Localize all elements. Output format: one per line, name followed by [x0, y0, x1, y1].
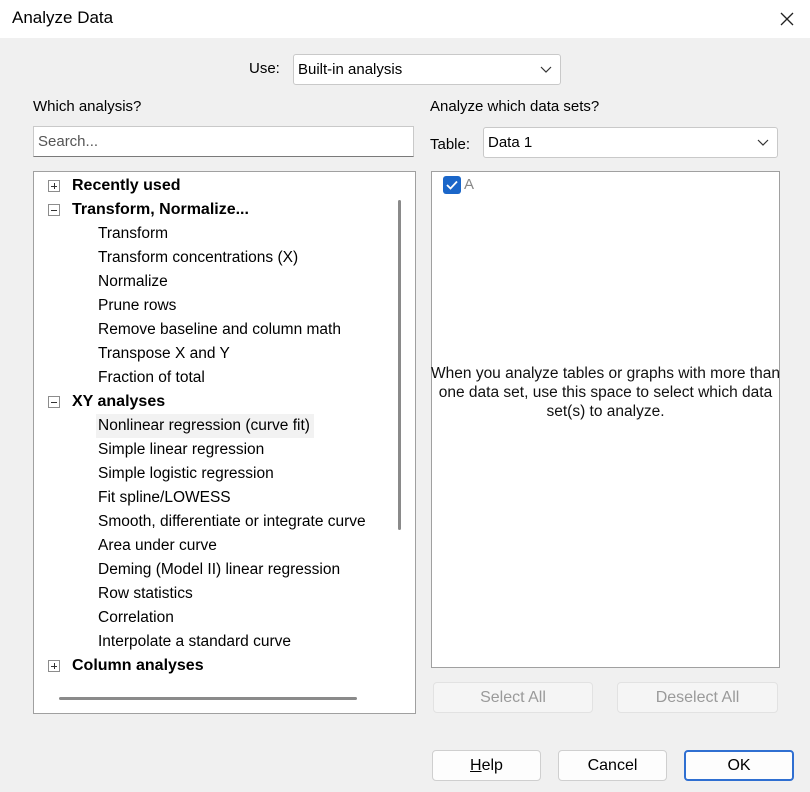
chevron-down-icon: [749, 128, 777, 157]
tree-item-simple-logistic-regression[interactable]: Simple logistic regression: [98, 462, 274, 486]
expand-icon[interactable]: [48, 660, 60, 672]
chevron-down-icon: [532, 55, 560, 84]
help-button[interactable]: Help: [432, 750, 541, 781]
dataset-label-a: A: [464, 176, 475, 193]
tree-item-correlation[interactable]: Correlation: [98, 606, 174, 630]
search-input[interactable]: [33, 126, 414, 157]
tree-item-transform[interactable]: Transform: [98, 222, 168, 246]
close-icon: [780, 12, 794, 26]
tree-item-prune-rows[interactable]: Prune rows: [98, 294, 176, 318]
ok-button[interactable]: OK: [684, 750, 794, 781]
which-analysis-label: Which analysis?: [33, 98, 142, 115]
deselect-all-button[interactable]: Deselect All: [617, 682, 778, 713]
tree-item-fraction-of-total[interactable]: Fraction of total: [98, 366, 205, 390]
tree-group-recently-used[interactable]: Recently used: [72, 174, 180, 198]
use-label: Use:: [249, 60, 280, 77]
tree-item-simple-linear-regression[interactable]: Simple linear regression: [98, 438, 264, 462]
tree-item-transpose[interactable]: Transpose X and Y: [98, 342, 230, 366]
tree-group-transform-normalize[interactable]: Transform, Normalize...: [72, 198, 249, 222]
tree-horizontal-scrollbar[interactable]: [59, 697, 357, 700]
use-dropdown[interactable]: Built-in analysis: [293, 54, 561, 85]
tree-item-area-under-curve[interactable]: Area under curve: [98, 534, 217, 558]
tree-item-deming-regression[interactable]: Deming (Model II) linear regression: [98, 558, 340, 582]
tree-item-fit-spline[interactable]: Fit spline/LOWESS: [98, 486, 231, 510]
tree-item-smooth-differentiate[interactable]: Smooth, differentiate or integrate curve: [98, 510, 366, 534]
expand-icon[interactable]: [48, 180, 60, 192]
help-button-label: Help: [470, 756, 503, 774]
analysis-tree[interactable]: Recently used Transform, Normalize... Tr…: [33, 171, 416, 714]
tree-item-normalize[interactable]: Normalize: [98, 270, 168, 294]
checkmark-icon: [446, 180, 458, 190]
tree-item-remove-baseline[interactable]: Remove baseline and column math: [98, 318, 341, 342]
window-title: Analyze Data: [12, 8, 114, 27]
cancel-button[interactable]: Cancel: [558, 750, 667, 781]
datasets-hint: When you analyze tables or graphs with m…: [431, 365, 780, 420]
title-bar: Analyze Data: [0, 0, 810, 38]
table-dropdown-value: Data 1: [488, 134, 533, 151]
table-dropdown[interactable]: Data 1: [483, 127, 778, 158]
tree-group-column-analyses[interactable]: Column analyses: [72, 654, 204, 678]
tree-vertical-scrollbar[interactable]: [398, 200, 401, 530]
collapse-icon[interactable]: [48, 204, 60, 216]
datasets-label: Analyze which data sets?: [430, 98, 600, 115]
collapse-icon[interactable]: [48, 396, 60, 408]
select-all-button[interactable]: Select All: [433, 682, 593, 713]
close-button[interactable]: [764, 0, 810, 38]
table-label: Table:: [430, 136, 471, 153]
tree-item-interpolate-standard-curve[interactable]: Interpolate a standard curve: [98, 630, 291, 654]
dataset-checkbox-a[interactable]: [443, 176, 461, 194]
tree-item-row-statistics[interactable]: Row statistics: [98, 582, 193, 606]
tree-group-xy-analyses[interactable]: XY analyses: [72, 390, 165, 414]
tree-item-nonlinear-regression[interactable]: Nonlinear regression (curve fit): [96, 414, 314, 438]
tree-item-transform-concentrations[interactable]: Transform concentrations (X): [98, 246, 298, 270]
use-dropdown-value: Built-in analysis: [298, 61, 403, 78]
